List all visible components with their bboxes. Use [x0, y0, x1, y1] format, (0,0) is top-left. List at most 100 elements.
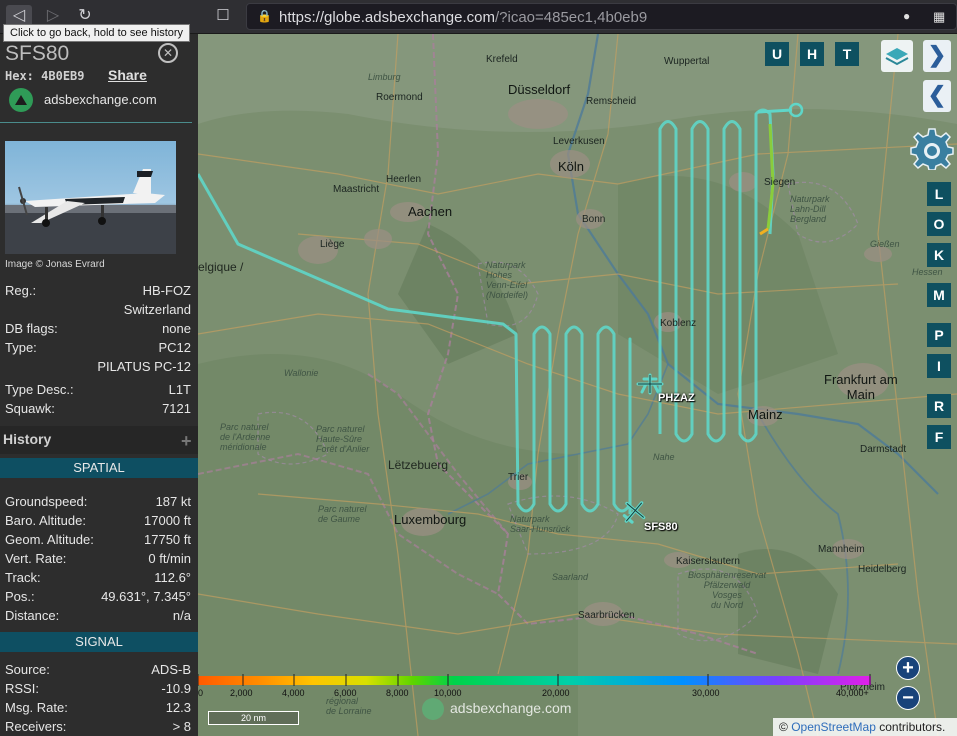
map-label-bonn: Bonn	[582, 214, 606, 225]
zoom-in-button[interactable]: +	[896, 656, 920, 680]
signal-row-source: Source: ADS-B	[5, 662, 191, 679]
map-attribution: © OpenStreetMap contributors.	[773, 718, 957, 736]
spatial-value: 187 kt	[155, 494, 191, 509]
adsbexchange-logo-icon[interactable]	[9, 88, 33, 112]
adsbexchange-watermark-icon	[422, 698, 444, 720]
map-label-mainz: Mainz	[748, 407, 783, 422]
detail-key: Squawk:	[5, 401, 55, 416]
map-label-saarland: Saarland	[552, 572, 589, 582]
blocker-icon[interactable]: ●	[903, 9, 919, 25]
url-text[interactable]: https://globe.adsbexchange.com/?icao=485…	[279, 9, 647, 26]
detail-value[interactable]: HB-FOZ	[143, 283, 191, 298]
signal-row-receivers: Receivers: > 8	[5, 719, 191, 736]
aircraft-info-panel: SFS80 ✕ Hex: 4B0EB9 Share adsbexchange.c…	[0, 34, 198, 736]
hex-label: Hex:	[5, 69, 34, 83]
map-label-heerlen: Heerlen	[386, 174, 422, 185]
url-bar[interactable]: 🔒 https://globe.adsbexchange.com/?icao=4…	[246, 3, 957, 30]
expand-right-button[interactable]: ❯	[923, 40, 951, 72]
site-link[interactable]: adsbexchange.com	[44, 92, 157, 107]
aircraft-label-sfs80[interactable]: SFS80	[644, 521, 678, 533]
map-label-saarbrucken: Saarbrücken	[578, 610, 635, 621]
aircraft-photo[interactable]	[5, 141, 176, 254]
signal-value: 12.3	[165, 700, 191, 715]
map-label-maastricht: Maastricht	[333, 184, 380, 195]
collapse-left-button[interactable]: ❮	[923, 80, 951, 112]
zoom-out-button[interactable]: −	[896, 686, 920, 710]
colorbar-tick: 4,000	[282, 688, 305, 698]
map-button-l[interactable]: L	[927, 182, 951, 206]
spatial-value: 112.6°	[154, 570, 191, 585]
spatial-row-distance: Distance: n/a	[5, 608, 191, 625]
url-host: https://globe.adsbexchange.com	[279, 9, 495, 26]
map-label-koln: Köln	[558, 159, 585, 174]
map-button-m[interactable]: M	[927, 283, 951, 307]
map-button-u[interactable]: U	[765, 42, 789, 66]
map-label-wuppertal: Wuppertal	[664, 56, 710, 67]
expand-plus-icon[interactable]: +	[181, 431, 192, 452]
detail-key: Type:	[5, 340, 37, 355]
watermark-text: adsbexchange.com	[450, 700, 572, 716]
signal-row-msg-rate: Msg. Rate: 12.3	[5, 700, 191, 717]
close-icon[interactable]: ✕	[158, 43, 178, 63]
map-label-hessen: Hessen	[912, 267, 943, 277]
map-button-r[interactable]: R	[927, 394, 951, 418]
colorbar-tick: 30,000	[692, 688, 720, 698]
map-view[interactable]: Krefeld Wuppertal Limburg Düsseldorf Rem…	[198, 34, 957, 736]
attribution-prefix: ©	[779, 720, 788, 734]
divider	[0, 122, 192, 123]
spatial-value: 17750 ft	[144, 532, 191, 547]
openstreetmap-link[interactable]: OpenStreetMap	[791, 720, 876, 734]
map-label-darmstadt: Darmstadt	[860, 444, 907, 455]
map-label-belgique: elgique /	[198, 260, 244, 274]
map-label-letzebuerg: Lëtzebuerg	[388, 458, 449, 472]
map-label-kaiserslautern: Kaiserslautern	[676, 556, 740, 567]
map-button-h[interactable]: H	[800, 42, 824, 66]
map-button-i[interactable]: I	[927, 354, 951, 378]
colorbar-tick: 0	[198, 688, 204, 698]
map-label-roermond: Roermond	[376, 92, 423, 103]
map-label-nahe: Nahe	[653, 452, 675, 462]
map-label-gaume: Parc naturel de Gaume	[318, 504, 367, 524]
history-label: History	[3, 431, 52, 447]
spatial-value: 0 ft/min	[148, 551, 191, 566]
spatial-key: Track:	[5, 570, 41, 585]
spatial-key: Groundspeed:	[5, 494, 88, 509]
layers-icon	[885, 48, 909, 66]
chevron-right-icon: ❯	[927, 42, 947, 67]
spatial-row-vert-rate: Vert. Rate: 0 ft/min	[5, 551, 191, 568]
spatial-row-geom-alt: Geom. Altitude: 17750 ft	[5, 532, 191, 549]
map-label-pfalzer: Biosphärenreservat Pfälzerwald Vosges du…	[688, 570, 767, 610]
detail-value: Switzerland	[123, 302, 191, 317]
map-label-liege: Liège	[320, 239, 345, 250]
signal-value: ADS-B	[151, 662, 191, 677]
map-label-wallonie: Wallonie	[284, 368, 319, 378]
map-label-remscheid: Remscheid	[586, 96, 637, 107]
altitude-colorbar	[198, 674, 871, 686]
detail-row-typedesc: Type Desc.: L1T	[5, 382, 191, 399]
colorbar-tick: 40,000+	[836, 688, 869, 698]
map-button-o[interactable]: O	[927, 212, 951, 236]
signal-key: Receivers:	[5, 719, 67, 734]
spatial-row-position: Pos.: 49.631°, 7.345°	[5, 589, 191, 606]
map-label-leverkusen: Leverkusen	[553, 136, 605, 147]
map-button-t[interactable]: T	[835, 42, 859, 66]
aircraft-label-phzaz[interactable]: PHZAZ	[658, 392, 695, 404]
map-label-koblenz: Koblenz	[660, 318, 697, 329]
settings-gear-icon[interactable]	[910, 126, 954, 170]
map-label-siegen: Siegen	[764, 177, 796, 188]
map-button-f[interactable]: F	[927, 425, 951, 449]
layers-button[interactable]	[881, 40, 913, 72]
history-header[interactable]: History +	[0, 426, 198, 454]
map-button-k[interactable]: K	[927, 243, 951, 267]
share-link[interactable]: Share	[108, 67, 147, 83]
map-button-p[interactable]: P	[927, 323, 951, 347]
bookmark-icon[interactable]: ☐	[212, 5, 234, 27]
detail-row-reg: Reg.: HB-FOZ	[5, 283, 191, 300]
map-label-limburg: Limburg	[368, 72, 401, 82]
map-label-heidelberg: Heidelberg	[858, 564, 907, 575]
detail-value: none	[162, 321, 191, 336]
signal-row-rssi: RSSI: -10.9	[5, 681, 191, 698]
extension-icon[interactable]: ▦	[933, 9, 949, 25]
signal-value: > 8	[172, 719, 191, 734]
map-label-aachen: Aachen	[408, 204, 453, 219]
